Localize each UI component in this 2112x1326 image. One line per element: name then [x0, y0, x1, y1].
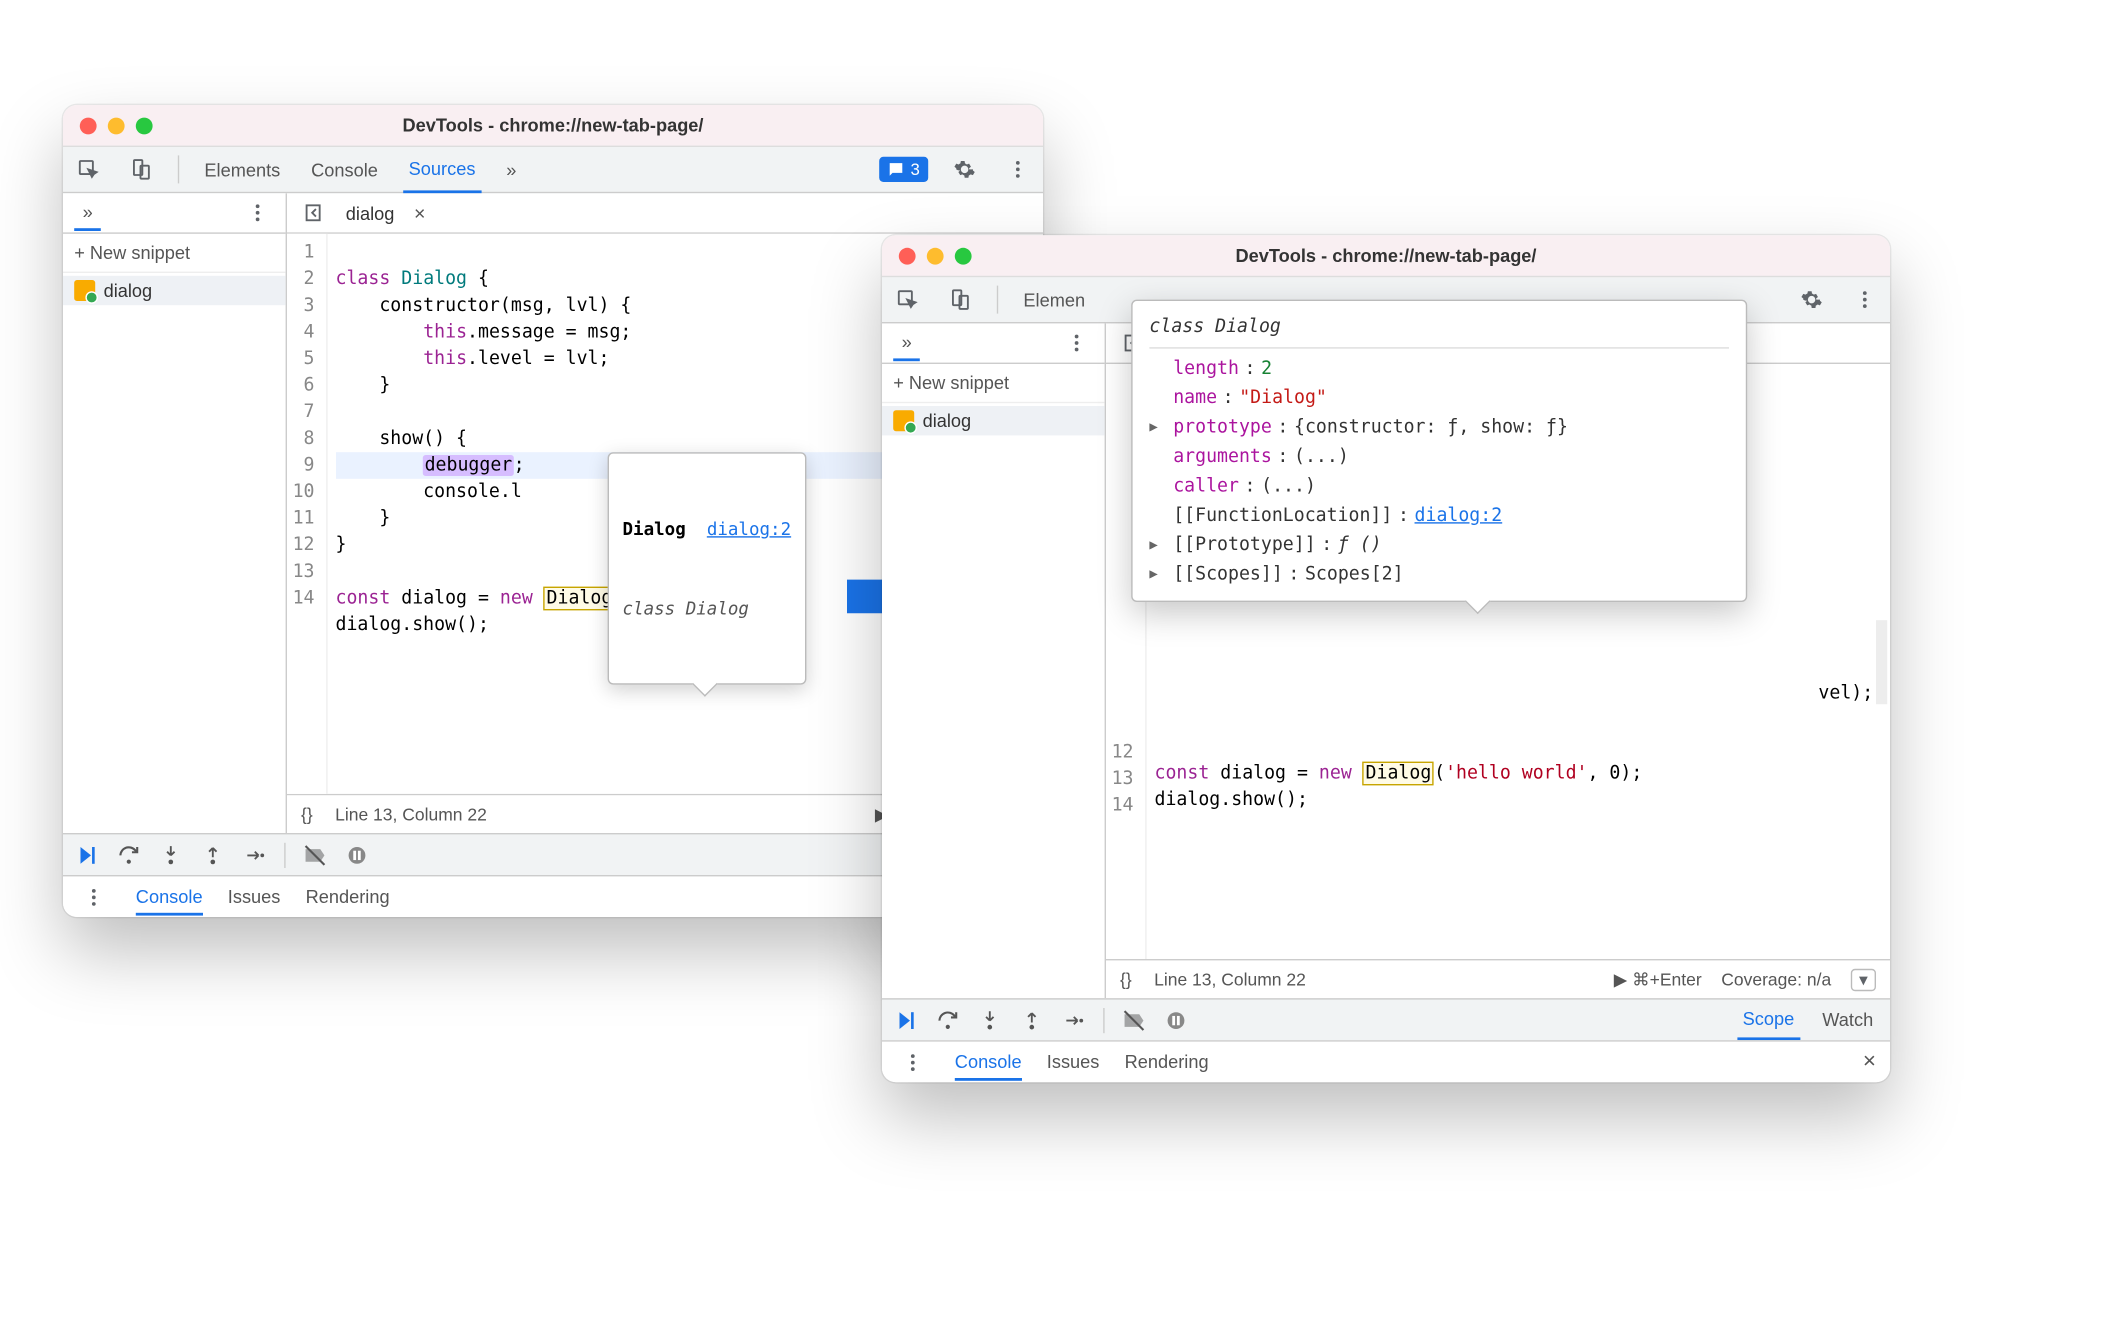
- close-window-icon[interactable]: [899, 247, 916, 264]
- main-tabbar: Elements Console Sources » 3: [63, 147, 1043, 193]
- more-vert-icon[interactable]: [241, 196, 275, 230]
- tab-elements[interactable]: Elements: [199, 146, 286, 192]
- tab-more[interactable]: »: [501, 146, 522, 192]
- resume-icon[interactable]: [74, 842, 99, 867]
- deactivate-breakpoints-icon[interactable]: [1121, 1007, 1146, 1032]
- more-vert-icon[interactable]: [896, 1045, 930, 1079]
- titlebar[interactable]: DevTools - chrome://new-tab-page/: [63, 105, 1043, 147]
- pause-on-exn-icon[interactable]: [344, 844, 369, 866]
- device-toggle-icon[interactable]: [944, 283, 978, 317]
- definition-link[interactable]: dialog:2: [1415, 501, 1503, 530]
- expand-icon[interactable]: ▶: [1149, 560, 1163, 589]
- popup-signature: class Dialog: [1149, 312, 1729, 348]
- gear-icon[interactable]: [948, 153, 982, 187]
- editor-statusbar: {} Line 13, Column 22 ▶ ⌘+Enter Coverage…: [1106, 959, 1890, 998]
- editor-tab-file[interactable]: dialog: [346, 202, 395, 223]
- expand-link[interactable]: (...): [1294, 442, 1349, 471]
- drawer-console[interactable]: Console: [136, 879, 203, 915]
- hover-signature: class Dialog: [623, 595, 792, 622]
- step-into-icon[interactable]: [158, 844, 183, 866]
- navigator-pane: » + New snippet dialog: [63, 193, 287, 833]
- inspect-icon[interactable]: [890, 283, 924, 317]
- maximize-window-icon[interactable]: [955, 247, 972, 264]
- new-snippet-button[interactable]: + New snippet: [63, 234, 286, 273]
- snippet-file[interactable]: dialog: [63, 276, 286, 305]
- run-hint[interactable]: ▶ ⌘+Enter: [1614, 969, 1702, 990]
- expand-icon[interactable]: ▶: [1149, 531, 1163, 560]
- debugger-toolbar: Scope Watch: [882, 998, 1890, 1040]
- definition-link[interactable]: dialog:2: [707, 518, 791, 539]
- dropdown-icon[interactable]: ▾: [1851, 968, 1876, 990]
- snippet-file-label: dialog: [923, 410, 972, 431]
- partial-code-line: vel);: [1155, 680, 1882, 707]
- more-vert-icon[interactable]: [1001, 153, 1035, 187]
- more-vert-icon[interactable]: [77, 880, 111, 914]
- step-into-icon[interactable]: [977, 1009, 1002, 1031]
- minimize-window-icon[interactable]: [927, 247, 944, 264]
- drawer-tabbar: Console Issues Rendering ×: [882, 1040, 1890, 1082]
- navigator-more[interactable]: »: [893, 325, 920, 361]
- drawer-issues[interactable]: Issues: [1047, 1051, 1100, 1072]
- tab-console[interactable]: Console: [305, 146, 383, 192]
- snippet-file[interactable]: dialog: [882, 406, 1105, 435]
- close-icon[interactable]: ×: [414, 202, 425, 224]
- drawer-issues[interactable]: Issues: [228, 886, 281, 907]
- gear-icon[interactable]: [1795, 283, 1829, 317]
- close-icon[interactable]: ×: [1863, 1049, 1876, 1074]
- pause-on-exn-icon[interactable]: [1163, 1009, 1188, 1031]
- window-title: DevTools - chrome://new-tab-page/: [882, 245, 1890, 266]
- expand-link[interactable]: (...): [1261, 472, 1316, 501]
- device-toggle-icon[interactable]: [125, 153, 159, 187]
- snippet-icon: [893, 410, 914, 431]
- step-over-icon[interactable]: [935, 1007, 960, 1032]
- snippet-file-label: dialog: [104, 280, 153, 301]
- more-vert-icon[interactable]: [1848, 283, 1882, 317]
- deactivate-breakpoints-icon[interactable]: [302, 842, 327, 867]
- coverage-label[interactable]: Coverage: n/a: [1721, 970, 1831, 990]
- more-vert-icon[interactable]: [1060, 326, 1094, 360]
- snippet-icon: [74, 280, 95, 301]
- hover-popup-large: class Dialog length: 2 name: "Dialog" ▶p…: [1131, 300, 1747, 602]
- step-icon[interactable]: [242, 844, 267, 866]
- step-icon[interactable]: [1061, 1009, 1086, 1031]
- pretty-print-icon[interactable]: {}: [301, 804, 313, 824]
- devtools-window-right: DevTools - chrome://new-tab-page/ Elemen…: [882, 235, 1890, 1082]
- editor-tabbar: dialog ×: [287, 193, 1043, 234]
- close-window-icon[interactable]: [80, 117, 97, 134]
- step-over-icon[interactable]: [116, 842, 141, 867]
- maximize-window-icon[interactable]: [136, 117, 153, 134]
- cursor-position: Line 13, Column 22: [335, 804, 487, 824]
- watch-tab[interactable]: Watch: [1817, 1001, 1879, 1039]
- new-snippet-button[interactable]: + New snippet: [882, 364, 1105, 403]
- step-out-icon[interactable]: [1019, 1009, 1044, 1031]
- line-gutter: 1234567891011121314: [287, 234, 327, 794]
- scrollbar[interactable]: [1873, 364, 1890, 959]
- resume-icon[interactable]: [893, 1007, 918, 1032]
- navigator-pane: » + New snippet dialog: [882, 323, 1106, 998]
- history-back-icon[interactable]: [298, 196, 332, 230]
- tab-elements[interactable]: Elemen: [1018, 277, 1091, 323]
- navigator-more[interactable]: »: [74, 195, 101, 231]
- step-out-icon[interactable]: [200, 844, 225, 866]
- drawer-rendering[interactable]: Rendering: [1125, 1051, 1209, 1072]
- issues-badge[interactable]: 3: [880, 157, 929, 182]
- window-title: DevTools - chrome://new-tab-page/: [63, 115, 1043, 136]
- drawer-rendering[interactable]: Rendering: [306, 886, 390, 907]
- minimize-window-icon[interactable]: [108, 117, 125, 134]
- inspect-icon[interactable]: [71, 153, 105, 187]
- expand-icon[interactable]: ▶: [1149, 413, 1163, 442]
- titlebar[interactable]: DevTools - chrome://new-tab-page/: [882, 235, 1890, 277]
- hover-popup-small: Dialog dialog:2 class Dialog: [607, 452, 806, 684]
- drawer-console[interactable]: Console: [955, 1044, 1022, 1080]
- scope-tab[interactable]: Scope: [1737, 1000, 1800, 1041]
- cursor-position: Line 13, Column 22: [1154, 970, 1306, 990]
- pretty-print-icon[interactable]: {}: [1120, 970, 1132, 990]
- tab-sources[interactable]: Sources: [403, 146, 481, 192]
